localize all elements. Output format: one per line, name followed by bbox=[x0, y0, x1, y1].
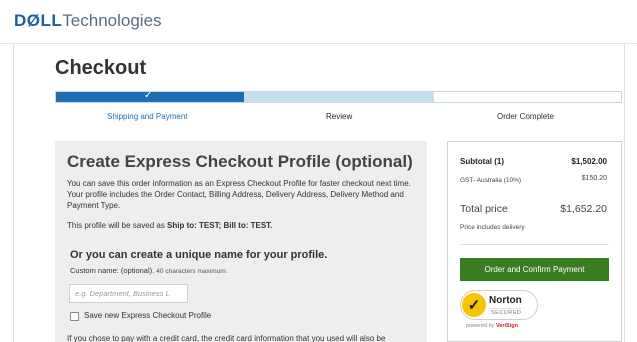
gst-value: $150.20 bbox=[581, 175, 607, 182]
norton-secured-seal[interactable]: ✓ Norton SECURED powered by VeriSign bbox=[460, 288, 538, 332]
page-title: Checkout bbox=[55, 57, 147, 79]
order-and-confirm-payment-button[interactable]: Order and Confirm Payment bbox=[460, 258, 609, 281]
logo-dell: DØLL bbox=[14, 11, 63, 30]
profile-title: Create Express Checkout Profile (optiona… bbox=[67, 152, 413, 171]
custom-name-text: Custom name: (optional). bbox=[70, 266, 155, 275]
step-review: Review bbox=[326, 112, 353, 121]
left-divider bbox=[13, 44, 14, 342]
subtotal-value: $1,502.00 bbox=[571, 157, 607, 166]
credit-card-note: If you chose to pay with a credit card, … bbox=[67, 334, 386, 342]
norton-secured-text: SECURED bbox=[491, 308, 522, 316]
right-divider bbox=[624, 44, 625, 342]
summary-divider bbox=[460, 244, 609, 245]
progress-segment-completed: ✓ bbox=[56, 90, 244, 102]
total-price-value: $1,652.20 bbox=[560, 203, 607, 215]
profile-save-note: This profile will be saved as Ship to: T… bbox=[67, 221, 272, 230]
dell-technologies-logo[interactable]: DØLLTechnologies bbox=[14, 11, 162, 31]
verisign-brand: VeriSign bbox=[495, 323, 518, 329]
norton-name: Norton bbox=[489, 295, 522, 306]
save-note-prefix: This profile will be saved as bbox=[67, 221, 168, 230]
checkout-progress-bar: ✓ bbox=[55, 90, 622, 103]
step-shipping-and-payment[interactable]: Shipping and Payment bbox=[107, 112, 188, 121]
express-checkout-profile-panel: Create Express Checkout Profile (optiona… bbox=[55, 141, 427, 342]
total-price-label: Total price bbox=[460, 203, 508, 215]
order-summary-panel: Subtotal (1) $1,502.00 GST- Australia (1… bbox=[447, 141, 622, 342]
save-profile-checkbox[interactable] bbox=[70, 312, 79, 321]
site-header: DØLLTechnologies bbox=[0, 0, 637, 44]
check-icon: ✓ bbox=[144, 90, 153, 101]
unique-name-title: Or you can create a unique name for your… bbox=[70, 249, 328, 261]
save-note-name: Ship to: TEST; Bill to: TEST. bbox=[167, 221, 273, 230]
custom-name-hint: 40 characters maximum. bbox=[156, 268, 228, 275]
step-order-complete: Order Complete bbox=[497, 112, 554, 121]
norton-badge: ✓ Norton SECURED bbox=[460, 290, 538, 320]
powered-by-verisign: powered by VeriSign bbox=[466, 323, 518, 329]
save-profile-checkbox-label[interactable]: Save new Express Checkout Profile bbox=[84, 311, 211, 320]
powered-by-prefix: powered by bbox=[466, 323, 496, 329]
delivery-note: Price includes delivery bbox=[460, 224, 525, 231]
custom-name-label: Custom name: (optional). 40 characters m… bbox=[70, 266, 227, 275]
subtotal-label: Subtotal (1) bbox=[460, 157, 504, 166]
profile-description: You can save this order information as a… bbox=[67, 179, 411, 210]
gst-label: GST- Australia (10%) bbox=[460, 177, 522, 184]
logo-technologies: Technologies bbox=[62, 11, 162, 30]
custom-name-input[interactable] bbox=[69, 284, 188, 303]
norton-checkmark-icon: ✓ bbox=[462, 293, 486, 317]
progress-segment-current bbox=[244, 92, 434, 102]
